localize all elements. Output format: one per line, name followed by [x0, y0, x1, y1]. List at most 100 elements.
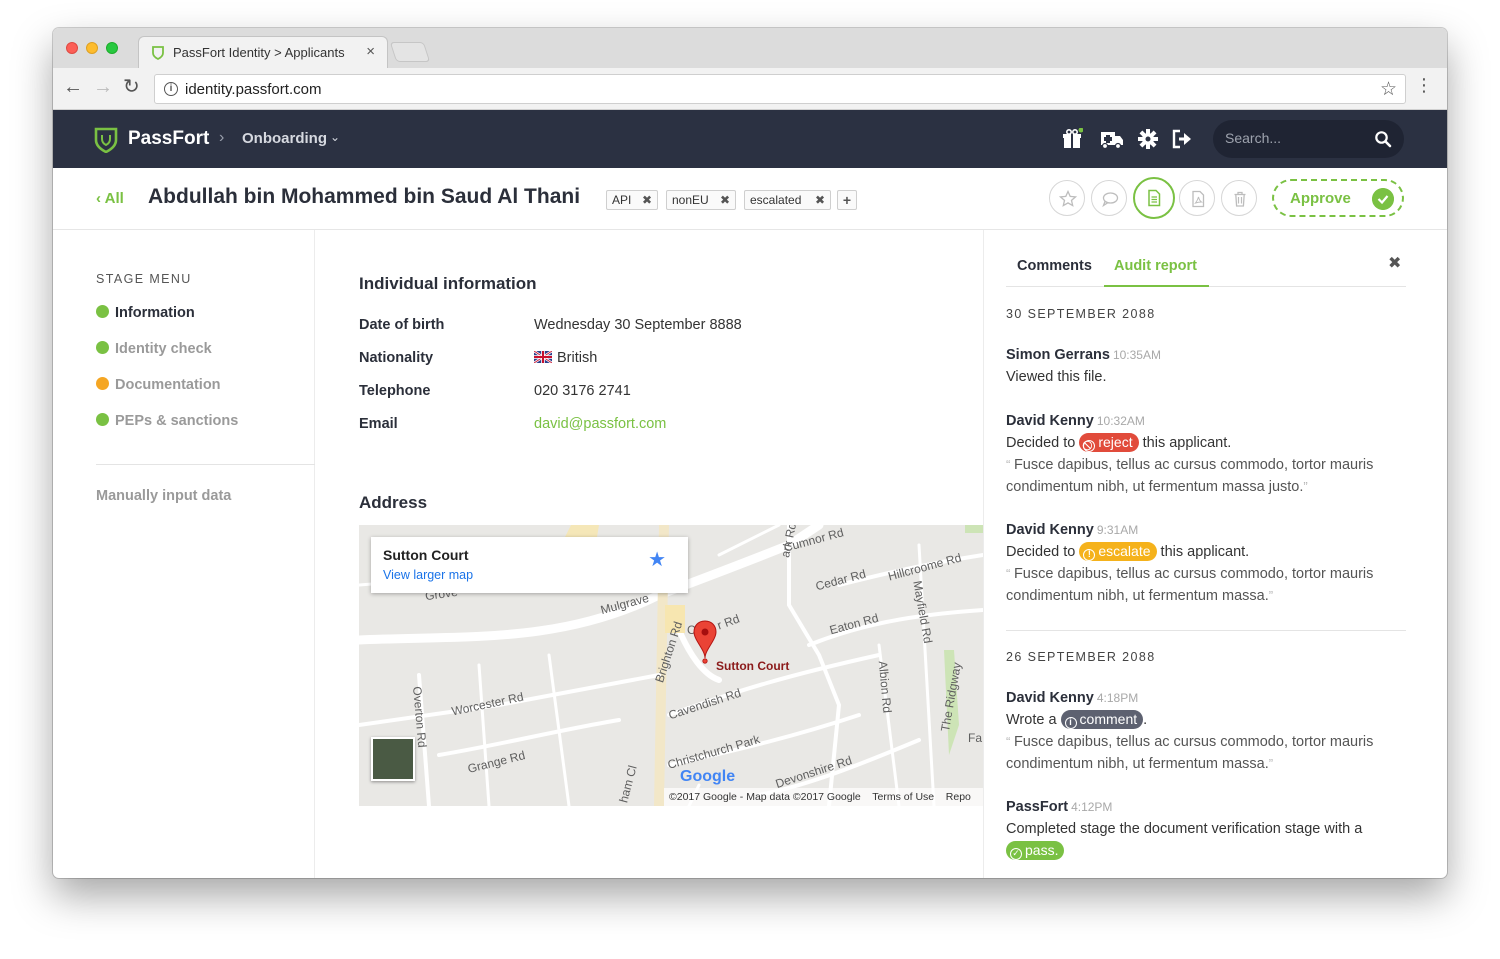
entry-time: 10:35AM [1112, 348, 1161, 362]
approve-button[interactable]: Approve [1272, 179, 1404, 217]
stage-item-information[interactable]: Information [96, 305, 195, 321]
entry-author: David Kenny [1006, 522, 1094, 538]
audit-report-button[interactable] [1133, 177, 1175, 219]
telephone-value: 020 3176 2741 [534, 383, 631, 399]
email-link[interactable]: david@passfort.com [534, 416, 666, 432]
stage-label: Documentation [115, 377, 221, 393]
stage-menu-title: STAGE MENU [96, 272, 192, 286]
remove-tag-icon[interactable]: ✖ [642, 191, 652, 209]
forward-arrow-icon[interactable]: → [93, 77, 113, 97]
url-input[interactable]: i identity.passfort.com ☆ [154, 74, 1406, 104]
nationality-label: Nationality [359, 350, 434, 366]
tag-noneu: nonEU ✖ [666, 190, 736, 210]
back-to-all-link[interactable]: ‹ All [96, 190, 124, 207]
add-tag-button[interactable]: + [837, 190, 857, 210]
telephone-label: Telephone [359, 383, 431, 399]
active-tab-indicator [1104, 285, 1209, 287]
audit-date-header: 26 SEPTEMBER 2088 [1006, 650, 1156, 664]
tab-title: PassFort Identity > Applicants [173, 45, 345, 60]
ambulance-icon[interactable] [1100, 128, 1124, 150]
view-larger-map-link[interactable]: View larger map [383, 568, 473, 582]
entry-author: David Kenny [1006, 690, 1094, 706]
manually-input-data-link[interactable]: Manually input data [96, 488, 231, 504]
nationality-text: British [557, 350, 598, 366]
back-arrow-icon[interactable]: ← [63, 77, 83, 97]
site-info-icon[interactable]: i [164, 82, 178, 96]
stage-item-identity-check[interactable]: Identity check [96, 341, 212, 357]
address-map[interactable]: Cumnor Rd Cedar Rd Hillcroome Rd Grove M… [359, 525, 983, 806]
save-place-star-icon[interactable]: ★ [648, 547, 666, 572]
reload-icon[interactable]: ↻ [123, 77, 140, 97]
entry-quote: “ Fusce dapibus, tellus ac cursus commod… [1006, 563, 1406, 607]
gift-icon[interactable] [1061, 128, 1083, 150]
report-link[interactable]: Repo [946, 791, 971, 803]
stage-item-peps-sanctions[interactable]: PEPs & sanctions [96, 413, 238, 429]
tag-label: escalated [750, 193, 802, 207]
browser-menu-icon[interactable]: ⋮ [1415, 76, 1433, 94]
tab-comments[interactable]: Comments [1017, 258, 1092, 274]
passfort-logo-icon[interactable] [93, 127, 119, 153]
audit-panel: Comments Audit report ✖ 30 SEPTEMBER 208… [983, 230, 1447, 878]
check-circle-icon [96, 413, 109, 426]
remove-tag-icon[interactable]: ✖ [720, 191, 730, 209]
delete-button[interactable] [1221, 180, 1257, 216]
breadcrumb-onboarding[interactable]: Onboarding [242, 130, 327, 147]
pill-label: reject [1098, 434, 1133, 450]
entry-post: this applicant. [1160, 544, 1250, 560]
header-search[interactable] [1213, 120, 1404, 158]
maximize-window-button[interactable] [106, 42, 118, 54]
entry-header: David Kenny 10:32AM [1006, 410, 1406, 432]
escalate-pill: ! escalate [1079, 542, 1157, 561]
info-circle-icon: ! [1083, 549, 1096, 561]
document-icon [1148, 189, 1161, 207]
entry-action: Decided to ! escalate this applicant. [1006, 541, 1406, 563]
applicant-title-bar: ‹ All Abdullah bin Mohammed bin Saud Al … [53, 168, 1447, 230]
new-tab-button[interactable] [389, 42, 431, 62]
tab-close-icon[interactable]: × [366, 43, 375, 60]
quote-text: Fusce dapibus, tellus ac cursus commodo,… [1006, 734, 1374, 772]
star-outline-icon [1059, 190, 1077, 207]
chevron-down-icon[interactable]: ⌄ [330, 130, 340, 144]
entry-time: 10:32AM [1096, 414, 1145, 428]
map-marker-icon[interactable] [693, 620, 717, 664]
terms-of-use-link[interactable]: Terms of Use [872, 791, 934, 803]
pin-label: Sutton Court [716, 659, 790, 673]
tab-audit-report[interactable]: Audit report [1114, 258, 1197, 274]
entry-author: Simon Gerrans [1006, 347, 1110, 363]
passfort-favicon-icon [152, 46, 164, 60]
entry-action: Completed stage the document verificatio… [1006, 818, 1406, 862]
logout-icon[interactable] [1171, 128, 1193, 150]
close-window-button[interactable] [66, 42, 78, 54]
minimize-window-button[interactable] [86, 42, 98, 54]
trash-icon [1234, 191, 1246, 207]
audit-entry: PassFort 4:12PM Completed stage the docum… [1006, 796, 1406, 862]
entry-action: Wrote a i comment. [1006, 709, 1406, 731]
individual-info-title: Individual information [359, 274, 537, 293]
check-circle-icon: ✓ [1010, 848, 1022, 860]
comment-button[interactable] [1091, 180, 1127, 216]
pdf-export-button[interactable] [1179, 180, 1215, 216]
url-text: identity.passfort.com [185, 81, 322, 98]
stage-label: PEPs & sanctions [115, 413, 239, 429]
gear-icon[interactable] [1137, 128, 1159, 150]
entry-time: 9:31AM [1096, 523, 1139, 537]
map-data-credit: ©2017 Google - Map data ©2017 Google [669, 791, 861, 803]
satellite-toggle-thumbnail[interactable] [371, 737, 415, 781]
brand-name[interactable]: PassFort [128, 128, 209, 150]
search-icon[interactable] [1374, 130, 1392, 148]
uk-flag-icon [534, 351, 552, 363]
entry-header: David Kenny 9:31AM [1006, 519, 1406, 541]
pass-pill: ✓ pass. [1006, 841, 1065, 860]
quote-text: Fusce dapibus, tellus ac cursus commodo,… [1006, 566, 1374, 604]
entry-header: David Kenny 4:18PM [1006, 687, 1406, 709]
checkmark-icon [1372, 188, 1394, 210]
entry-header: Simon Gerrans 10:35AM [1006, 344, 1406, 366]
bookmark-star-icon[interactable]: ☆ [1380, 78, 1397, 101]
entry-pre: Decided to [1006, 544, 1076, 560]
browser-tab[interactable]: PassFort Identity > Applicants × [138, 36, 388, 68]
close-panel-icon[interactable]: ✖ [1388, 253, 1401, 273]
star-button[interactable] [1049, 180, 1085, 216]
remove-tag-icon[interactable]: ✖ [815, 191, 825, 209]
search-input[interactable] [1225, 130, 1365, 146]
stage-item-documentation[interactable]: Documentation [96, 377, 221, 393]
